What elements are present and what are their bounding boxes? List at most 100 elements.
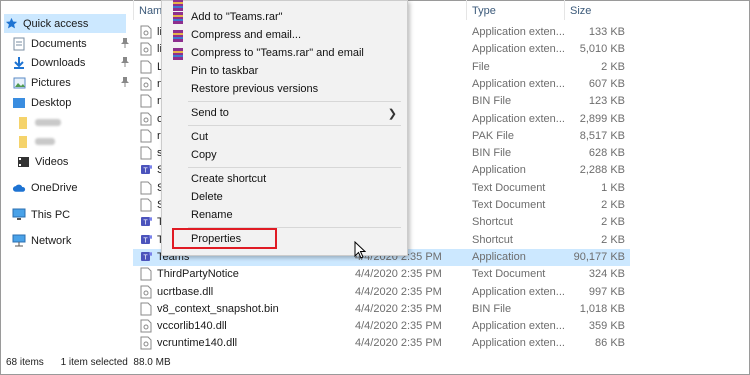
- pin-icon[interactable]: [120, 76, 130, 88]
- menu-item-compress-to-rar-and-email[interactable]: Compress to "Teams.rar" and email: [162, 45, 407, 63]
- nav-item-downloads[interactable]: Downloads: [12, 53, 134, 72]
- nav-item-label: OneDrive: [31, 181, 78, 194]
- dll-file-icon: [140, 25, 152, 39]
- file-type: Application exten...: [472, 43, 564, 56]
- nav-item-quick-access[interactable]: Quick access: [4, 14, 126, 33]
- pin-icon[interactable]: [120, 37, 130, 49]
- file-size: 607 KB: [588, 77, 625, 90]
- file-type: BIN File: [472, 95, 512, 108]
- column-header-size[interactable]: Size: [570, 5, 591, 17]
- file-row[interactable]: ucrtbase.dll 4/4/2020 2:35 PM Application …: [133, 284, 630, 301]
- menu-item-add-to-rar[interactable]: Add to "Teams.rar": [162, 9, 407, 27]
- menu-item-cut[interactable]: Cut: [162, 129, 407, 147]
- file-size: 324 KB: [588, 268, 625, 281]
- menu-item-delete[interactable]: Delete: [162, 189, 407, 207]
- teams-icon: T: [140, 215, 152, 229]
- file-size: 2 KB: [601, 60, 625, 73]
- menu-item-restore-previous-versions[interactable]: Restore previous versions: [162, 81, 407, 99]
- mouse-cursor-icon: [354, 241, 366, 259]
- nav-item-label: Videos: [35, 155, 69, 168]
- column-divider[interactable]: [466, 0, 467, 20]
- menu-item-compress-and-email[interactable]: Compress and email...: [162, 27, 407, 45]
- file-size: 1 KB: [601, 181, 625, 194]
- file-type: BIN File: [472, 302, 512, 315]
- menu-item-label: Send to: [191, 107, 229, 119]
- file-date: 4/4/2020 2:35 PM: [355, 337, 442, 350]
- file-row[interactable]: ThirdPartyNotice 4/4/2020 2:35 PM Text Doc…: [133, 266, 630, 283]
- nav-item-documents[interactable]: Documents: [12, 34, 134, 53]
- file-type: Shortcut: [472, 216, 513, 229]
- nav-item-desktop[interactable]: Desktop: [12, 93, 134, 112]
- file-size: 2 KB: [601, 233, 625, 246]
- file-icon: [140, 129, 152, 143]
- file-row[interactable]: vcruntime140.dll 4/4/2020 2:35 PM Applicat…: [133, 335, 630, 352]
- column-divider: [133, 0, 134, 20]
- nav-item-folder[interactable]: [16, 132, 138, 151]
- nav-item-label: This PC: [31, 208, 71, 221]
- context-menu: Add to "Teams.rar" Compress and email...…: [161, 0, 408, 256]
- file-size: 2 KB: [601, 199, 625, 211]
- teams-icon: T: [140, 233, 152, 247]
- winrar-icon: [171, 47, 185, 61]
- status-bar: 68 items 1 item selected 88.0 MB: [6, 357, 185, 368]
- file-type: Application exten...: [472, 112, 564, 125]
- file-type: PAK File: [472, 129, 514, 142]
- menu-item-label: Pin to taskbar: [191, 65, 259, 77]
- nav-item-videos[interactable]: Videos: [16, 152, 138, 171]
- pin-icon[interactable]: [120, 56, 130, 68]
- column-header-type[interactable]: Type: [472, 5, 496, 17]
- file-icon: [140, 198, 152, 212]
- star-icon: [4, 17, 18, 31]
- item-count: 68 items: [6, 357, 44, 368]
- dll-file-icon: [140, 42, 152, 56]
- file-name: vccorlib140.dll: [157, 320, 227, 333]
- file-type: Application exten...: [472, 77, 564, 90]
- file-type: Text Document: [472, 181, 546, 194]
- nav-item-label: Quick access: [23, 17, 89, 30]
- nav-item-label: [35, 119, 61, 126]
- menu-item-pin-to-taskbar[interactable]: Pin to taskbar: [162, 63, 407, 81]
- nav-item-network[interactable]: Network: [12, 231, 134, 250]
- column-divider[interactable]: [564, 0, 565, 20]
- menu-item-send-to[interactable]: Send to ❯: [162, 105, 407, 123]
- file-type: Application: [472, 164, 526, 177]
- nav-item-label: Network: [31, 234, 72, 247]
- documents-icon: [12, 37, 26, 51]
- nav-item-folder[interactable]: [16, 113, 138, 132]
- dll-file-icon: [140, 336, 152, 350]
- file-type: Text Document: [472, 268, 546, 281]
- nav-item-label: [35, 138, 55, 145]
- file-icon: [140, 302, 152, 316]
- pictures-icon: [12, 76, 26, 90]
- file-name: vcruntime140.dll: [157, 337, 238, 350]
- properties-highlight-box: [172, 228, 277, 249]
- winrar-icon: [171, 29, 185, 43]
- file-icon: [140, 60, 152, 74]
- file-row[interactable]: vccorlib140.dll 4/4/2020 2:35 PM Applicati…: [133, 318, 630, 335]
- file-type: File: [472, 60, 490, 73]
- nav-item-this-pc[interactable]: This PC: [12, 205, 134, 224]
- menu-item-rename[interactable]: Rename: [162, 207, 407, 225]
- file-name: ThirdPartyNotice: [157, 268, 239, 281]
- file-row[interactable]: v8_context_snapshot.bin 4/4/2020 2:35 PM B…: [133, 301, 630, 318]
- menu-item-create-shortcut[interactable]: Create shortcut: [162, 171, 407, 189]
- svg-text:T: T: [143, 254, 148, 261]
- menu-item-label: Compress to "Teams.rar" and email: [191, 47, 364, 59]
- file-icon: [140, 181, 152, 195]
- menu-item-label: Rename: [191, 209, 233, 221]
- dll-file-icon: [140, 319, 152, 333]
- teams-icon: T: [140, 163, 152, 177]
- desktop-icon: [12, 96, 26, 110]
- file-size: 628 KB: [588, 147, 625, 160]
- nav-item-label: Pictures: [31, 76, 71, 89]
- nav-item-pictures[interactable]: Pictures: [12, 73, 134, 92]
- file-type: Shortcut: [472, 233, 513, 246]
- folder-icon: [16, 116, 30, 130]
- file-date: 4/4/2020 2:35 PM: [355, 285, 442, 298]
- menu-item-copy[interactable]: Copy: [162, 147, 407, 165]
- menu-item-label: Create shortcut: [191, 173, 267, 185]
- nav-item-onedrive[interactable]: OneDrive: [12, 178, 134, 197]
- file-name: ucrtbase.dll: [157, 285, 214, 298]
- file-size: 90,177 KB: [573, 250, 625, 263]
- svg-text:T: T: [143, 237, 148, 244]
